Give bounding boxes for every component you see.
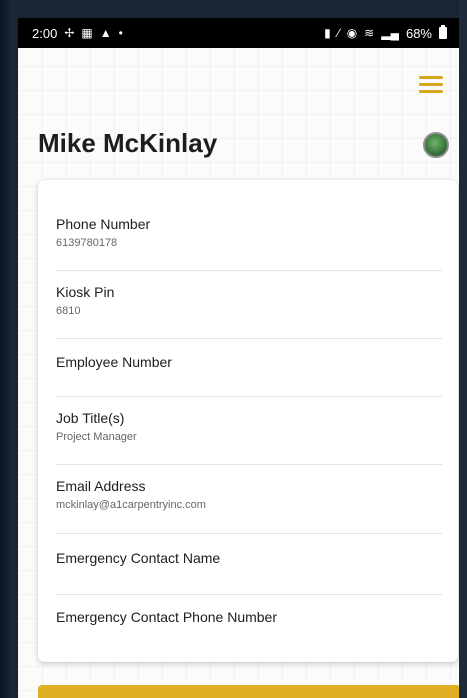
battery-icon: [439, 25, 447, 39]
battery-percent: 68%: [405, 25, 432, 41]
field-employee-number: Employee Number: [56, 354, 442, 397]
signal-icon: ▂▄: [381, 26, 399, 40]
field-value: 6810: [56, 305, 81, 317]
dot-icon: •: [118, 26, 123, 40]
field-value: 6139780178: [56, 237, 118, 249]
status-left: 2:00 ✢ ▦ ▲ •: [32, 26, 123, 41]
bottom-action-button[interactable]: [38, 685, 459, 698]
avatar[interactable]: [423, 132, 449, 158]
phone-screen: 2:00 ✢ ▦ ▲ • ▮ ⁄ ◉ ≋ ▂▄ 68% Mike McKinla…: [18, 18, 459, 698]
warning-icon: ▲: [99, 26, 112, 40]
field-job-title: Job Title(s) Project Manager: [56, 410, 442, 465]
notification-icon: ▦: [81, 26, 93, 40]
field-value: mckinlay@a1carpentryinc.com: [56, 499, 206, 511]
field-label: Emergency Contact Name: [56, 550, 221, 566]
mute-icon: ⁄: [337, 26, 340, 40]
profile-card: Phone Number 6139780178 Kiosk Pin 6810 E…: [38, 180, 458, 662]
field-label: Employee Number: [56, 354, 172, 370]
field-label: Emergency Contact Phone Number: [56, 609, 277, 625]
field-kiosk-pin: Kiosk Pin 6810: [56, 284, 442, 339]
field-label: Email Address: [56, 478, 146, 494]
lock-icon: ▮: [324, 26, 331, 40]
field-email-address: Email Address mckinlay@a1carpentryinc.co…: [56, 478, 442, 534]
hamburger-menu-icon[interactable]: [419, 76, 443, 94]
field-label: Phone Number: [56, 216, 151, 232]
field-value: Project Manager: [56, 431, 137, 443]
status-bar: 2:00 ✢ ▦ ▲ • ▮ ⁄ ◉ ≋ ▂▄ 68%: [18, 18, 459, 48]
field-emergency-contact-name: Emergency Contact Name: [56, 550, 442, 595]
background-edge-left: [0, 0, 14, 698]
wifi-icon: ≋: [364, 26, 375, 40]
status-time: 2:00: [32, 25, 58, 41]
field-label: Job Title(s): [56, 410, 125, 426]
status-right: ▮ ⁄ ◉ ≋ ▂▄ 68%: [324, 25, 447, 41]
page-title: Mike McKinlay: [38, 128, 218, 158]
field-emergency-contact-phone: Emergency Contact Phone Number: [56, 609, 442, 653]
background-edge-right: [459, 0, 467, 698]
alarm-icon: ◉: [346, 26, 358, 40]
network-icon: ✢: [64, 26, 75, 40]
field-label: Kiosk Pin: [56, 284, 115, 300]
field-phone-number: Phone Number 6139780178: [56, 216, 442, 271]
